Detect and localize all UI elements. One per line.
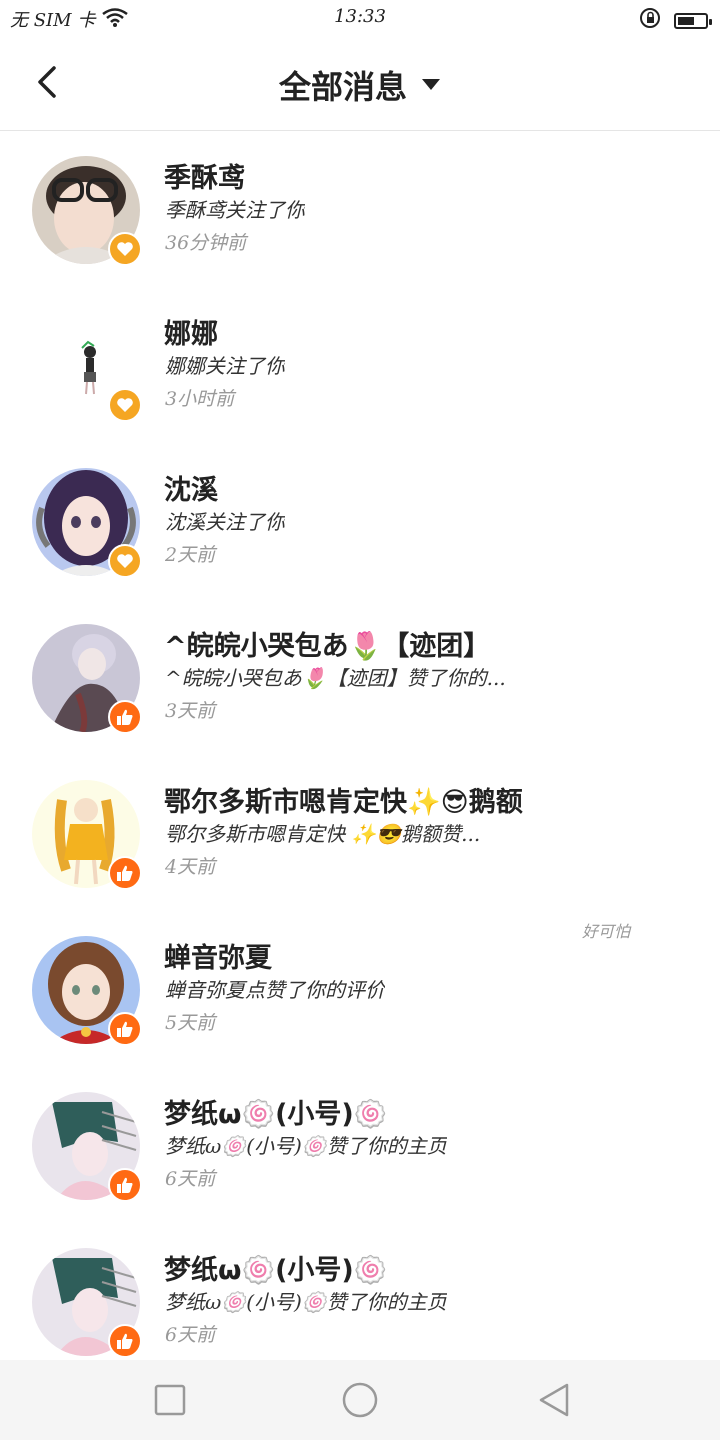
heart-icon (117, 398, 133, 412)
message-text: ^皖皖小哭包あ🌷【迹团】赞了你的... (165, 666, 506, 690)
status-time: 13:33 (334, 6, 386, 27)
like-badge (108, 1012, 142, 1046)
avatar-wrap (32, 624, 142, 734)
heart-icon (117, 242, 133, 256)
message-time: 36分钟前 (165, 232, 247, 254)
header: 全部消息 (0, 36, 720, 131)
message-text: 梦纸ω🍥(小号)🍥赞了你的主页 (165, 1134, 447, 1158)
avatar-wrap (32, 156, 142, 266)
heart-icon (117, 554, 133, 568)
list-item[interactable]: 梦纸ω🍥(小号)🍥 梦纸ω🍥(小号)🍥赞了你的主页 6天前 (0, 1068, 720, 1224)
battery-level (678, 16, 694, 25)
back-nav-button[interactable] (534, 1380, 574, 1420)
list-item[interactable]: 梦纸ω🍥(小号)🍥 梦纸ω🍥(小号)🍥赞了你的主页 6天前 (0, 1224, 720, 1380)
message-list: 季酥鸢 季酥鸢关注了你 36分钟前 娜娜 娜娜关注了你 3小时前 沈溪 沈溪关注… (0, 132, 720, 1380)
heart-badge (108, 388, 142, 422)
list-item[interactable]: 季酥鸢 季酥鸢关注了你 36分钟前 (0, 132, 720, 288)
back-triangle-icon (539, 1383, 569, 1417)
message-text: 季酥鸢关注了你 (165, 198, 305, 222)
sender-name: 蝉音弥夏 (164, 943, 272, 974)
list-item[interactable]: 蝉音弥夏 蝉音弥夏点赞了你的评价 5天前 好可怕 (0, 912, 720, 1068)
reply-note: 好可怕 (582, 922, 631, 941)
avatar-wrap (32, 312, 142, 422)
message-time: 3天前 (165, 700, 216, 722)
avatar-wrap (32, 1092, 142, 1202)
title-dropdown[interactable]: 全部消息 (0, 62, 720, 108)
thumbs-up-icon (117, 865, 133, 881)
heart-badge (108, 544, 142, 578)
message-text: 鄂尔多斯市嗯肯定快 ✨😎鹅额赞... (165, 822, 481, 846)
message-text: 沈溪关注了你 (165, 510, 285, 534)
sender-name: 梦纸ω🍥(小号)🍥 (164, 1099, 388, 1130)
message-time: 6天前 (165, 1168, 216, 1190)
sender-name: 沈溪 (164, 475, 218, 506)
sender-name: 娜娜 (164, 319, 218, 350)
heart-badge (108, 232, 142, 266)
page-title: 全部消息 (278, 68, 407, 106)
thumbs-up-icon (117, 1021, 133, 1037)
recent-apps-icon (154, 1384, 186, 1416)
thumbs-up-icon (117, 1333, 133, 1349)
list-item[interactable]: 娜娜 娜娜关注了你 3小时前 (0, 288, 720, 444)
thumbs-up-icon (117, 709, 133, 725)
message-text: 蝉音弥夏点赞了你的评价 (165, 978, 385, 1002)
like-badge (108, 856, 142, 890)
message-text: 梦纸ω🍥(小号)🍥赞了你的主页 (165, 1290, 447, 1314)
message-time: 4天前 (165, 856, 216, 878)
home-icon (342, 1382, 378, 1418)
sender-name: 季酥鸢 (164, 163, 245, 194)
home-button[interactable] (340, 1380, 380, 1420)
battery-icon (674, 12, 712, 29)
recent-apps-button[interactable] (150, 1380, 190, 1420)
thumbs-up-icon (117, 1177, 133, 1193)
rotation-lock-icon (638, 6, 662, 35)
avatar-wrap (32, 780, 142, 890)
sender-name: 鄂尔多斯市嗯肯定快✨😎鹅额 (164, 787, 523, 818)
avatar-wrap (32, 468, 142, 578)
message-time: 6天前 (165, 1324, 216, 1346)
like-badge (108, 1168, 142, 1202)
message-time: 3小时前 (165, 388, 235, 410)
list-item[interactable]: 沈溪 沈溪关注了你 2天前 (0, 444, 720, 600)
avatar-wrap (32, 1248, 142, 1358)
avatar-wrap (32, 936, 142, 1046)
sender-name: 梦纸ω🍥(小号)🍥 (164, 1255, 388, 1286)
message-text: 娜娜关注了你 (165, 354, 285, 378)
message-time: 5天前 (165, 1012, 216, 1034)
status-right (638, 6, 712, 35)
like-badge (108, 700, 142, 734)
list-item[interactable]: ^皖皖小哭包あ🌷【迹团】 ^皖皖小哭包あ🌷【迹团】赞了你的... 3天前 (0, 600, 720, 756)
like-badge (108, 1324, 142, 1358)
message-time: 2天前 (165, 544, 216, 566)
status-bar: 无 SIM 卡 13:33 (0, 0, 720, 36)
list-item[interactable]: 鄂尔多斯市嗯肯定快✨😎鹅额 鄂尔多斯市嗯肯定快 ✨😎鹅额赞... 4天前 (0, 756, 720, 912)
system-nav-bar (0, 1360, 720, 1440)
caret-down-icon (422, 79, 440, 90)
sender-name: ^皖皖小哭包あ🌷【迹团】 (164, 631, 491, 662)
